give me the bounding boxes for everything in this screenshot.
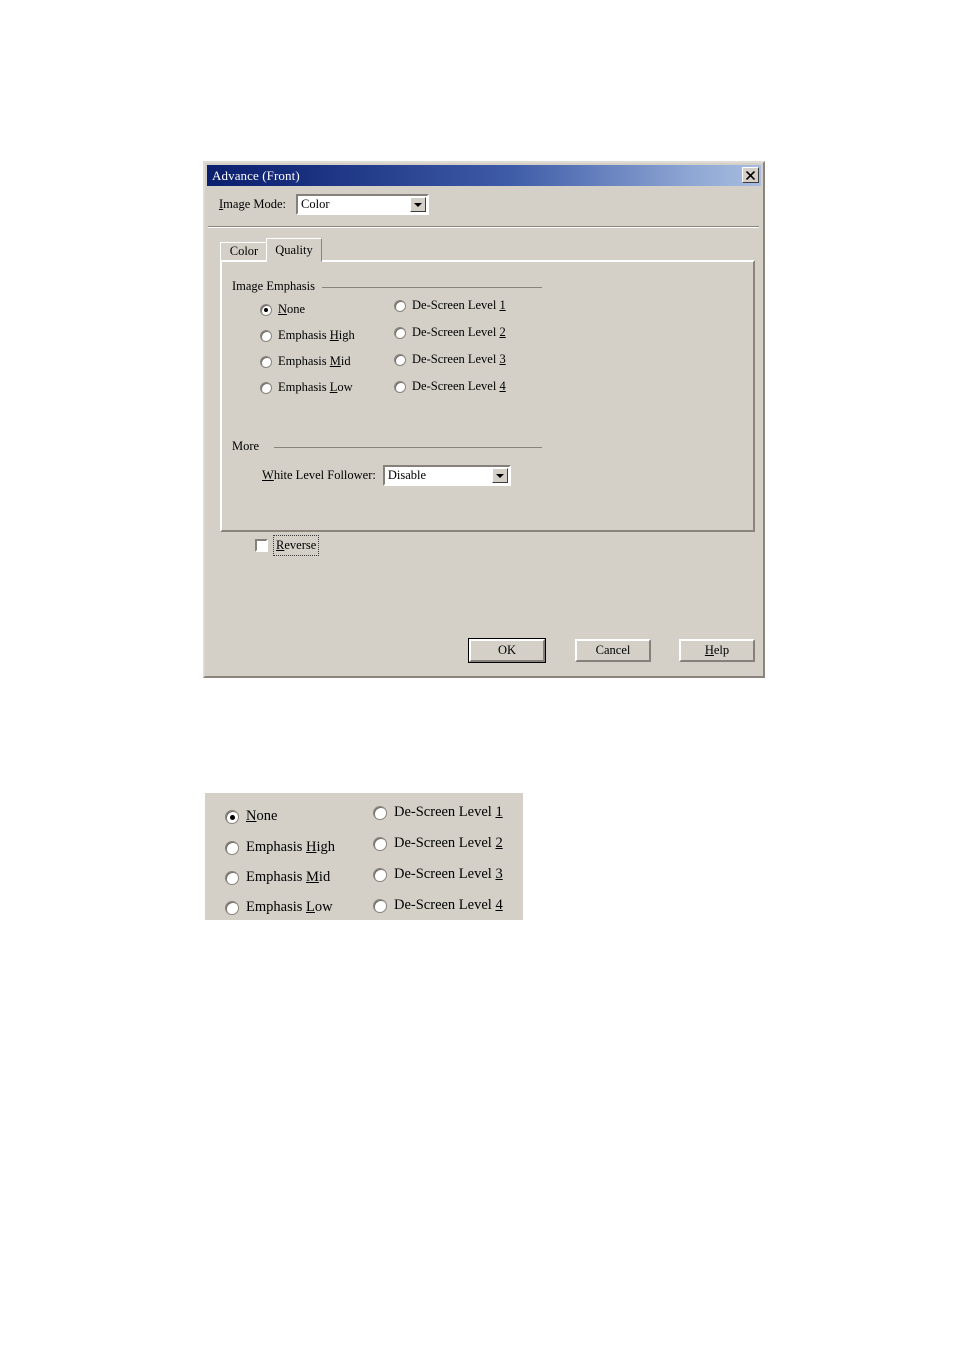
radio-label: De-Screen Level 1 [412,298,506,312]
radio-emphasis-low[interactable]: Emphasis Low [225,899,333,916]
radio-descreen-level-4[interactable]: De-Screen Level 4 [394,379,506,394]
radio-label: Emphasis Mid [246,869,331,885]
reverse-checkbox[interactable]: Reverse [255,535,320,556]
header-divider [208,226,759,228]
radio-indicator [260,329,272,342]
radio-indicator [260,381,272,394]
radio-descreen-level-3[interactable]: De-Screen Level 3 [373,866,503,883]
help-button[interactable]: Help [679,639,755,662]
image-mode-select[interactable]: Color [296,194,430,215]
tab-strip: Color Quality [220,237,755,262]
dialog-title: Advance (Front) [212,167,300,183]
radio-indicator [260,303,272,316]
radio-descreen-level-1[interactable]: De-Screen Level 1 [394,298,506,313]
advance-front-dialog: Advance (Front) Image Mode: Color Color … [203,161,765,678]
image-emphasis-zoom-figure: None Emphasis High Emphasis Mid Emphasis… [205,793,523,920]
radio-indicator [373,836,387,851]
radio-label: Emphasis High [246,839,336,855]
more-caption: More [232,439,265,454]
tab-color[interactable]: Color [220,242,268,261]
radio-label: Emphasis Low [278,380,353,394]
radio-label: De-Screen Level 1 [394,804,503,820]
radio-indicator [260,355,272,368]
white-level-follower-label: White Level Follower: [262,468,376,482]
radio-none[interactable]: None [225,808,277,825]
focus-rectangle: Reverse [273,535,320,556]
radio-indicator [225,870,239,885]
radio-none[interactable]: None [260,302,305,317]
radio-indicator [394,299,406,312]
ok-button[interactable]: OK [468,638,546,663]
checkbox-indicator [255,539,268,552]
group-line [274,447,542,448]
image-mode-label: Image Mode: [219,197,287,211]
radio-indicator [225,900,239,915]
radio-label: Emphasis High [278,328,355,342]
quality-tab-panel: Image Emphasis None Emphasis High Emphas… [220,260,755,556]
radio-indicator [373,898,387,913]
white-level-follower-value: Disable [387,468,427,482]
image-mode-row: Image Mode: Color [219,194,430,215]
radio-label: De-Screen Level 2 [394,835,503,851]
radio-emphasis-high[interactable]: Emphasis High [260,328,355,343]
radio-emphasis-low[interactable]: Emphasis Low [260,380,353,395]
group-line [322,287,542,288]
radio-emphasis-high[interactable]: Emphasis High [225,839,335,856]
radio-emphasis-mid[interactable]: Emphasis Mid [225,869,330,886]
radio-emphasis-mid[interactable]: Emphasis Mid [260,354,351,369]
close-icon [746,170,755,180]
close-button[interactable] [742,167,759,183]
title-bar[interactable]: Advance (Front) [207,165,761,186]
radio-descreen-level-4[interactable]: De-Screen Level 4 [373,897,503,914]
radio-label: None [278,302,306,316]
white-level-follower-row: White Level Follower: Disable [262,465,511,486]
tab-quality[interactable]: Quality [266,238,322,262]
chevron-down-icon[interactable] [491,468,508,483]
radio-label: Emphasis Mid [278,354,351,368]
image-mode-value: Color [301,197,330,211]
radio-label: De-Screen Level 3 [412,352,506,366]
reverse-label: Reverse [276,538,317,552]
radio-indicator [373,867,387,882]
radio-descreen-level-1[interactable]: De-Screen Level 1 [373,804,503,821]
radio-label: None [246,808,278,824]
radio-descreen-level-2[interactable]: De-Screen Level 2 [373,835,503,852]
radio-descreen-level-2[interactable]: De-Screen Level 2 [394,325,506,340]
accel-char: I [219,197,224,211]
radio-label: De-Screen Level 4 [394,897,503,913]
radio-label: De-Screen Level 3 [394,866,503,882]
radio-indicator [394,353,406,366]
image-emphasis-caption: Image Emphasis [232,279,320,294]
radio-indicator [394,326,406,339]
radio-indicator [373,805,387,820]
radio-label: Emphasis Low [246,899,333,915]
radio-indicator [394,380,406,393]
radio-indicator [225,809,239,824]
white-level-follower-select[interactable]: Disable [382,465,511,486]
help-label: Help [704,643,730,657]
radio-descreen-level-3[interactable]: De-Screen Level 3 [394,352,506,367]
radio-label: De-Screen Level 4 [412,379,506,393]
cancel-button[interactable]: Cancel [575,639,651,662]
radio-label: De-Screen Level 2 [412,325,506,339]
radio-indicator [225,840,239,855]
chevron-down-icon[interactable] [410,197,427,212]
